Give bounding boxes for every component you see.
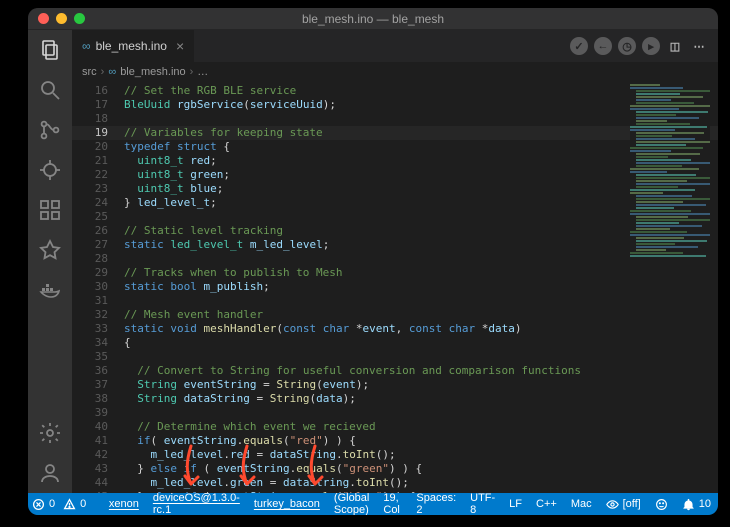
tab-label: ble_mesh.ino	[96, 39, 167, 53]
chevron-right-icon: ›	[101, 66, 105, 78]
file-ino-icon: ∞	[108, 66, 116, 78]
status-encoding[interactable]: UTF-8	[463, 493, 502, 515]
tab-close-icon[interactable]: ×	[176, 38, 184, 54]
status-os[interactable]: Mac	[564, 493, 599, 515]
account-icon[interactable]	[36, 459, 64, 487]
status-deviceos[interactable]: deviceOS@1.3.0-rc.1	[146, 493, 247, 515]
breadcrumb[interactable]: src › ∞ ble_mesh.ino › …	[72, 62, 718, 82]
editor-actions: ✓ ← ◷ ▸ ◫ ⋯	[570, 30, 718, 62]
breadcrumb-file: ble_mesh.ino	[120, 66, 185, 78]
status-scope[interactable]: (Global Scope)	[327, 493, 376, 515]
extensions-icon[interactable]	[36, 196, 64, 224]
warning-count: 0	[80, 498, 86, 510]
line-number-gutter: 1617181920212223242526272829303132333435…	[72, 82, 118, 493]
status-indent[interactable]: Spaces: 2	[409, 493, 463, 515]
debug-icon[interactable]	[36, 156, 64, 184]
play-icon[interactable]: ▸	[642, 37, 660, 55]
tabs-row: ∞ ble_mesh.ino × ✓ ← ◷ ▸ ◫ ⋯	[72, 30, 718, 62]
status-power[interactable]: [off]	[599, 493, 648, 515]
window-controls	[38, 13, 85, 24]
check-icon[interactable]: ✓	[570, 37, 588, 55]
window-close-button[interactable]	[38, 13, 49, 24]
window-minimize-button[interactable]	[56, 13, 67, 24]
search-icon[interactable]	[36, 76, 64, 104]
particle-icon[interactable]	[36, 236, 64, 264]
window-maximize-button[interactable]	[74, 13, 85, 24]
status-notifications[interactable]: 10	[675, 493, 718, 515]
editor-group: ∞ ble_mesh.ino × ✓ ← ◷ ▸ ◫ ⋯ src › ∞ ble	[72, 30, 718, 493]
eye-icon	[606, 498, 619, 511]
status-language[interactable]: C++	[529, 493, 564, 515]
breadcrumb-folder: src	[82, 66, 97, 78]
window-title: ble_mesh.ino — ble_mesh	[28, 12, 718, 26]
clock-icon[interactable]: ◷	[618, 37, 636, 55]
status-device[interactable]: turkey_bacon	[247, 493, 327, 515]
problems-button[interactable]: 0 0	[28, 493, 90, 515]
notification-count: 10	[699, 498, 711, 510]
file-ino-icon: ∞	[82, 39, 91, 53]
code-content[interactable]: // Set the RGB BLE serviceBleUuid rgbSer…	[124, 82, 624, 493]
split-icon[interactable]: ◫	[666, 37, 684, 55]
settings-icon[interactable]	[36, 419, 64, 447]
vscode-window: ble_mesh.ino — ble_mesh	[28, 8, 718, 515]
breadcrumb-symbol: …	[197, 66, 208, 78]
smiley-icon	[655, 498, 668, 511]
more-icon[interactable]: ⋯	[690, 37, 708, 55]
chevron-right-icon: ›	[190, 66, 194, 78]
error-count: 0	[49, 498, 55, 510]
tab-ble-mesh[interactable]: ∞ ble_mesh.ino ×	[72, 30, 195, 62]
titlebar: ble_mesh.ino — ble_mesh	[28, 8, 718, 30]
warning-icon	[63, 498, 76, 511]
error-icon	[32, 498, 45, 511]
status-bar: 0 0 xenon deviceOS@1.3.0-rc.1 turkey_bac…	[28, 493, 718, 515]
minimap[interactable]	[630, 84, 710, 284]
files-icon[interactable]	[36, 36, 64, 64]
status-platform[interactable]: xenon	[102, 493, 146, 515]
status-cursor[interactable]: Ln 19, Col 31	[376, 493, 409, 515]
bell-icon	[682, 498, 695, 511]
status-feedback[interactable]	[648, 493, 675, 515]
text-editor[interactable]: 1617181920212223242526272829303132333435…	[72, 82, 718, 493]
activity-bar	[28, 30, 72, 493]
status-eol[interactable]: LF	[502, 493, 529, 515]
scm-icon[interactable]	[36, 116, 64, 144]
back-icon[interactable]: ←	[594, 37, 612, 55]
docker-icon[interactable]	[36, 276, 64, 304]
